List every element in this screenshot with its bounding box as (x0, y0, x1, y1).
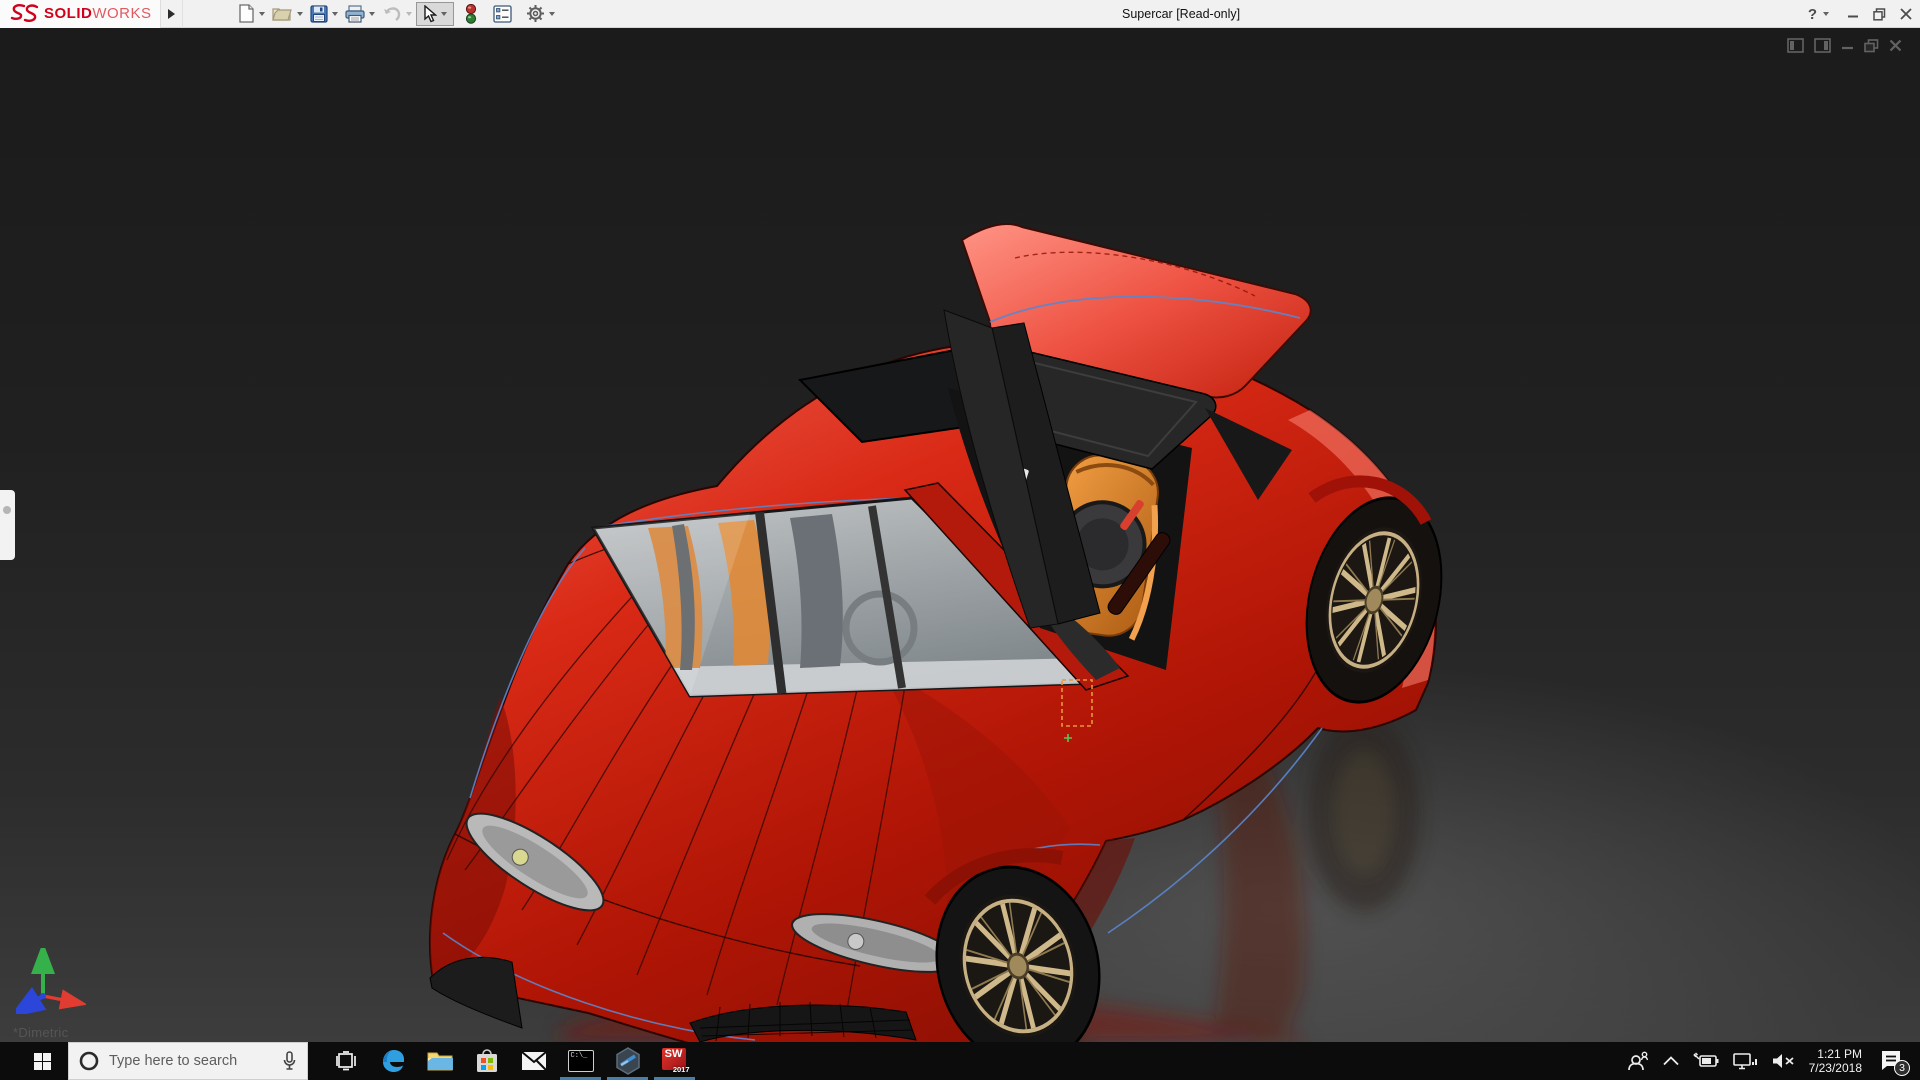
titlebar: SOLIDWORKS (0, 0, 1920, 28)
restore-button[interactable] (1873, 8, 1886, 21)
orientation-triad (16, 948, 86, 1014)
system-tray: 1:21 PM 7/23/2018 3 (1627, 1042, 1920, 1080)
open-folder-icon (272, 5, 293, 22)
mail-icon (521, 1051, 547, 1071)
store-icon (475, 1048, 499, 1074)
open-dropdown[interactable] (297, 12, 303, 16)
document-window-controls (1787, 38, 1902, 53)
file-properties-button[interactable] (490, 2, 515, 26)
taskbar-apps: C:\_ SW 2017 (322, 1042, 698, 1080)
undo-button[interactable] (379, 2, 405, 26)
menu-flyout-button[interactable] (161, 0, 183, 28)
taskbar: Type here to search (0, 1042, 1920, 1080)
print-dropdown[interactable] (369, 12, 375, 16)
volume-muted-icon[interactable] (1771, 1052, 1795, 1070)
print-button[interactable] (342, 2, 368, 26)
task-view-icon (335, 1051, 357, 1071)
minimize-icon (1847, 8, 1859, 20)
edge-button[interactable] (369, 1042, 416, 1080)
task-view-button[interactable] (322, 1042, 369, 1080)
save-button[interactable] (307, 2, 331, 26)
rebuild-traffic-light-icon (465, 4, 477, 24)
close-button[interactable] (1900, 8, 1912, 20)
options-dropdown[interactable] (549, 12, 555, 16)
edge-icon (380, 1048, 406, 1074)
clock[interactable]: 1:21 PM 7/23/2018 (1809, 1047, 1862, 1075)
command-prompt-icon: C:\_ (568, 1050, 594, 1072)
viewport-3d[interactable]: *Dimetric (0, 28, 1920, 1042)
edrawings-icon (615, 1047, 641, 1075)
hidden-icons-chevron[interactable] (1663, 1056, 1679, 1066)
print-icon (345, 5, 365, 23)
titlebar-controls: ? (1808, 0, 1912, 28)
brand-text: SOLIDWORKS (44, 5, 152, 22)
pane-right-button[interactable] (1814, 38, 1831, 53)
quick-toolbar (235, 0, 559, 28)
windows-logo-icon (34, 1053, 51, 1070)
help-button[interactable]: ? (1808, 6, 1817, 23)
command-prompt-button[interactable]: C:\_ (557, 1042, 604, 1080)
save-icon (310, 5, 328, 23)
search-placeholder: Type here to search (109, 1053, 272, 1069)
new-document-button[interactable] (235, 2, 258, 26)
help-dropdown[interactable] (1823, 12, 1829, 16)
action-center-button[interactable]: 3 (1876, 1046, 1906, 1076)
tray-date: 7/23/2018 (1809, 1061, 1862, 1075)
doc-close-icon (1889, 39, 1902, 52)
solidworks-2017-button[interactable]: SW 2017 (651, 1042, 698, 1080)
microphone-icon[interactable] (282, 1051, 297, 1071)
new-dropdown[interactable] (259, 12, 265, 16)
solidworks-logo: SOLIDWORKS (0, 0, 161, 28)
view-orientation-label: *Dimetric (13, 1025, 68, 1040)
feature-panel-collapsed-tab[interactable] (0, 490, 15, 560)
solidworks-window: SOLIDWORKS (0, 0, 1920, 1080)
pane-left-button[interactable] (1787, 38, 1804, 53)
select-dropdown[interactable] (441, 12, 447, 16)
solidworks-mark-icon (10, 3, 40, 25)
store-button[interactable] (463, 1042, 510, 1080)
undo-icon (382, 6, 402, 22)
doc-minimize-icon (1841, 39, 1854, 52)
select-cursor-icon (422, 5, 437, 23)
doc-restore-button[interactable] (1864, 39, 1879, 53)
cortana-icon (79, 1051, 99, 1071)
select-tool-active (416, 2, 454, 26)
pane-left-icon (1787, 38, 1804, 53)
window-title: Supercar [Read-only] (1122, 0, 1240, 28)
select-button[interactable] (419, 2, 440, 26)
tray-time: 1:21 PM (1809, 1047, 1862, 1061)
doc-restore-icon (1864, 39, 1879, 53)
people-icon[interactable] (1627, 1051, 1649, 1071)
doc-minimize-button[interactable] (1841, 39, 1854, 52)
rebuild-button[interactable] (462, 2, 480, 26)
doc-close-button[interactable] (1889, 39, 1902, 52)
options-gear-icon (526, 4, 545, 23)
save-dropdown[interactable] (332, 12, 338, 16)
network-icon[interactable] (1733, 1052, 1757, 1070)
undo-dropdown[interactable] (406, 12, 412, 16)
file-explorer-icon (427, 1050, 453, 1072)
battery-charging-icon[interactable] (1693, 1052, 1719, 1070)
flyout-arrow-icon (168, 9, 175, 19)
solidworks-2017-icon: SW 2017 (662, 1048, 688, 1074)
minimize-button[interactable] (1847, 8, 1859, 20)
close-icon (1900, 8, 1912, 20)
pane-right-icon (1814, 38, 1831, 53)
search-input[interactable]: Type here to search (68, 1042, 308, 1080)
file-explorer-button[interactable] (416, 1042, 463, 1080)
options-button[interactable] (523, 2, 548, 26)
edrawings-button[interactable] (604, 1042, 651, 1080)
mail-button[interactable] (510, 1042, 557, 1080)
restore-icon (1873, 8, 1886, 21)
new-document-icon (238, 4, 255, 23)
supercar-model[interactable] (0, 28, 1920, 1042)
file-properties-icon (493, 5, 512, 23)
open-button[interactable] (269, 2, 296, 26)
notification-badge: 3 (1894, 1060, 1910, 1076)
start-button[interactable] (18, 1042, 66, 1080)
